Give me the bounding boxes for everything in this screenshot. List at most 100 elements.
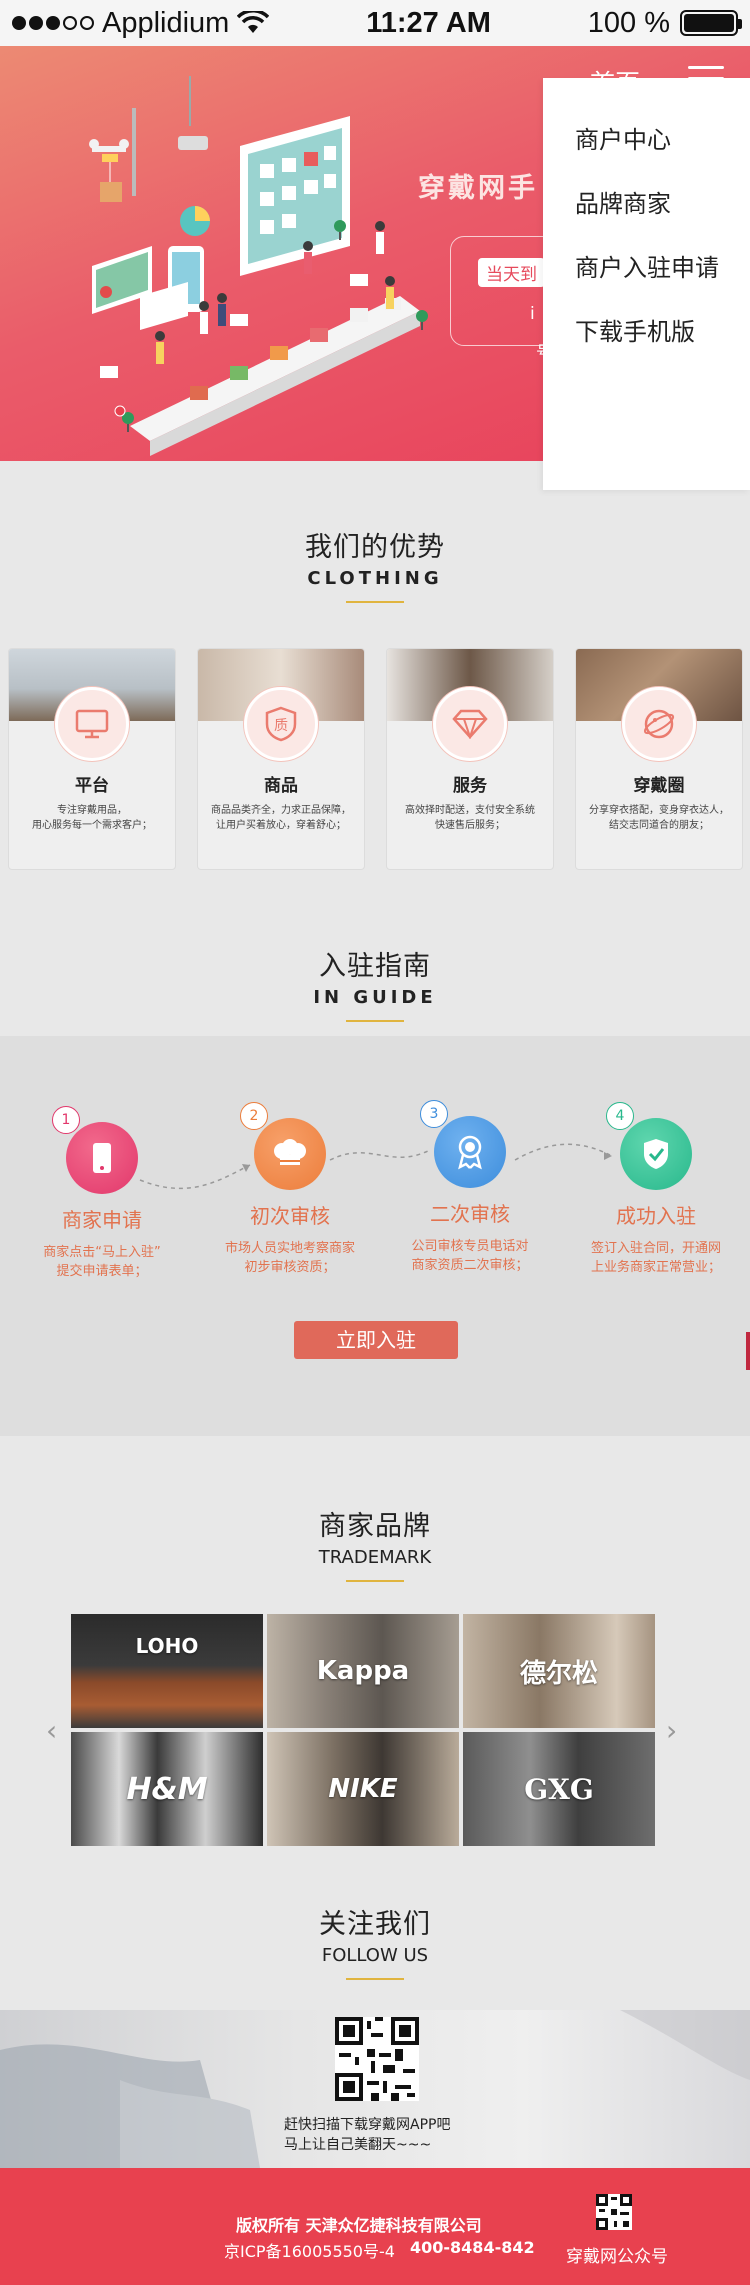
battery-percent: 100 %: [587, 6, 670, 39]
drone-icon: [89, 139, 129, 202]
advantage-cards: 平台 专注穿戴用品， 用心服务每一个需求客户； 质 商品 商品品类齐全，力求正品…: [8, 648, 744, 870]
carrier-label: Applidium: [102, 6, 230, 39]
signal-dots-icon: [12, 16, 94, 30]
step-icon-wrap: 3: [420, 1100, 506, 1188]
follow-heading: 关注我们 FOLLOW US: [0, 1902, 750, 1980]
step-title: 二次审核: [430, 1202, 510, 1226]
step-desc: 签订入驻合同，开通网 上业务商家正常营业；: [590, 1241, 721, 1275]
guide-subtitle: IN GUIDE: [313, 987, 437, 1008]
step-number: 4: [606, 1102, 634, 1130]
step-number: 2: [240, 1102, 268, 1130]
brand-tile-gxg[interactable]: GXG: [463, 1732, 655, 1846]
brand-name: 德尔松: [519, 1658, 598, 1689]
card-icon-circle: 质: [244, 687, 318, 761]
footer: 版权所有 天津众亿捷科技有限公司 京ICP备16005550号-4 400-84…: [0, 2168, 750, 2285]
battery-icon: [679, 10, 742, 36]
brands-subtitle: TRADEMARK: [318, 1547, 432, 1568]
status-left: Applidium: [12, 6, 270, 40]
advantage-card-circle[interactable]: 穿戴圈 分享穿衣搭配，变身穿衣达人， 结交志同道合的朋友；: [575, 648, 743, 870]
brand-tile-kappa[interactable]: Kappa: [267, 1614, 459, 1728]
award-icon: [458, 1135, 482, 1170]
wifi-icon: [237, 11, 270, 33]
footer-copyright: 版权所有 天津众亿捷科技有限公司: [236, 2216, 482, 2235]
step-first-review: 2 初次审核 市场人员实地考察商家 初步审核资质；: [200, 1102, 380, 1277]
page: Applidium 11:27 AM 100 % 穿戴网手 当天到 i 商户中心…: [0, 0, 750, 2285]
monitor-icon: [75, 709, 109, 739]
card-icon-circle: [622, 687, 696, 761]
footer-icp: 京ICP备16005550号-4: [224, 2242, 395, 2261]
follow-text: 赶快扫描下载穿戴网APP吧 马上让自己美翻天~~~: [284, 2115, 450, 2155]
join-now-button[interactable]: 立即入驻: [294, 1321, 458, 1359]
carousel-prev-arrow-icon[interactable]: ‹: [46, 1716, 66, 1746]
card-title: 平台: [75, 776, 109, 796]
follow-line-1: 赶快扫描下载穿戴网APP吧: [284, 2117, 451, 2133]
chef-hat-icon: [274, 1139, 306, 1165]
step-number: 3: [420, 1100, 448, 1128]
step-desc: 商家点击“马上入驻” 提交申请表单；: [43, 1245, 161, 1279]
step-number: 1: [52, 1106, 80, 1134]
advantages-subtitle: CLOTHING: [307, 568, 443, 589]
wechat-qr-code-icon[interactable]: [596, 2194, 632, 2230]
clock: 11:27 AM: [366, 6, 491, 39]
advantage-card-goods[interactable]: 质 商品 商品品类齐全，力求正品保障， 让用户买着放心，穿着舒心；: [197, 648, 365, 870]
card-icon-circle: [55, 687, 129, 761]
brand-tile-dersun[interactable]: 德尔松: [463, 1614, 655, 1728]
brand-carousel: LOHO Kappa 德尔松 H&M NIKE GXG: [71, 1614, 655, 1846]
logo-icon: [114, 405, 126, 417]
hero-promo-text: i: [530, 304, 535, 324]
phone-icon: [93, 1143, 111, 1173]
step-success: 4 成功入驻 签订入驻合同，开通网 上业务商家正常营业；: [566, 1102, 746, 1277]
carousel-next-arrow-icon[interactable]: ›: [666, 1716, 686, 1746]
card-title: 商品: [264, 776, 298, 796]
heading-underline: [346, 601, 404, 603]
brand-tile-hm[interactable]: H&M: [71, 1732, 263, 1846]
card-desc: 高效择时配送，支付安全系统 快速售后服务；: [405, 805, 535, 831]
diamond-icon: [452, 709, 488, 739]
menu-item-brand-merchants[interactable]: 品牌商家: [543, 172, 750, 236]
hero-title: 穿戴网手: [418, 173, 538, 204]
planet-icon: [643, 709, 675, 739]
brands-heading: 商家品牌 TRADEMARK: [0, 1504, 750, 1582]
footer-phone[interactable]: 400-8484-842: [410, 2238, 535, 2257]
brand-tile-nike[interactable]: NIKE: [267, 1732, 459, 1846]
step-apply: 1 商家申请 商家点击“马上入驻” 提交申请表单；: [12, 1106, 192, 1281]
card-title: 服务: [453, 776, 487, 796]
brand-tile-loho[interactable]: LOHO: [71, 1614, 263, 1728]
brand-name: H&M: [126, 1771, 208, 1807]
check-shield-icon: [644, 1139, 668, 1169]
card-desc: 商品品类齐全，力求正品保障， 让用户买着放心，穿着舒心；: [211, 805, 351, 831]
step-icon-wrap: 1: [52, 1106, 138, 1194]
step-desc: 市场人员实地考察商家 初步审核资质；: [224, 1241, 355, 1275]
menu-item-merchant-apply[interactable]: 商户入驻申请: [543, 236, 750, 300]
card-desc: 分享穿衣搭配，变身穿衣达人， 结交志同道合的朋友；: [589, 805, 729, 831]
brand-name: NIKE: [328, 1774, 398, 1804]
footer-wechat-label: 穿戴网公众号: [566, 2247, 668, 2267]
step-second-review: 3 二次审核 公司审核专员电话对 商家资质二次审核；: [380, 1100, 560, 1275]
svg-text:质: 质: [274, 718, 288, 734]
advantage-card-platform[interactable]: 平台 专注穿戴用品， 用心服务每一个需求客户；: [8, 648, 176, 870]
brands-title: 商家品牌: [319, 1511, 431, 1542]
quality-shield-icon: 质: [265, 706, 297, 742]
follow-title: 关注我们: [319, 1909, 431, 1940]
follow-line-2: 马上让自己美翻天~~~: [284, 2137, 432, 2153]
step-desc: 公司审核专员电话对 商家资质二次审核；: [411, 1239, 529, 1273]
advantages-heading: 我们的优势 CLOTHING: [0, 525, 750, 603]
step-title: 初次审核: [250, 1204, 330, 1228]
nav-dropdown: 商户中心 品牌商家 商户入驻申请 下载手机版: [543, 78, 750, 490]
tablet-illustration: [240, 116, 350, 276]
heading-underline: [346, 1020, 404, 1022]
follow-subtitle: FOLLOW US: [321, 1945, 429, 1966]
heading-underline: [346, 1580, 404, 1582]
status-bar: Applidium 11:27 AM 100 %: [0, 0, 750, 46]
menu-item-download-app[interactable]: 下载手机版: [543, 300, 750, 364]
guide-heading: 入驻指南 IN GUIDE: [0, 944, 750, 1022]
card-title: 穿戴圈: [633, 776, 685, 796]
guide-title: 入驻指南: [319, 951, 431, 982]
step-title: 成功入驻: [616, 1204, 696, 1228]
brand-name: LOHO: [135, 1634, 199, 1658]
side-tab[interactable]: [746, 1332, 750, 1370]
menu-item-merchant-center[interactable]: 商户中心: [543, 108, 750, 172]
advantage-card-service[interactable]: 服务 高效择时配送，支付安全系统 快速售后服务；: [386, 648, 554, 870]
heading-underline: [346, 1978, 404, 1980]
app-qr-code-icon[interactable]: [335, 2017, 419, 2101]
